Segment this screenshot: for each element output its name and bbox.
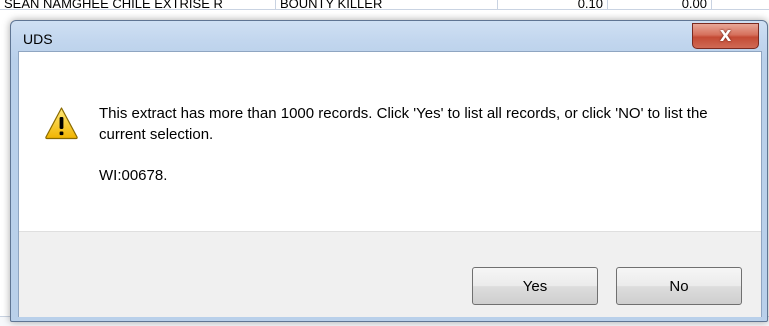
table-cell: SEAN NAMGHEE CHILE EXTRISE R	[0, 0, 276, 9]
message-code: WI:00678.	[99, 167, 168, 184]
table-row: SEAN NAMGHEE CHILE EXTRISE R BOUNTY KILL…	[0, 0, 769, 10]
close-icon: X	[719, 27, 732, 45]
dialog-client-area: This extract has more than 1000 records.…	[18, 51, 762, 317]
dialog-button-bar: Yes No	[19, 231, 761, 317]
dialog-message: This extract has more than 1000 records.…	[99, 105, 708, 143]
no-button[interactable]: No	[616, 267, 742, 305]
yes-button[interactable]: Yes	[472, 267, 598, 305]
message-dialog: UDS X This extract has more than 1000 re…	[10, 20, 768, 322]
close-button[interactable]: X	[692, 23, 759, 49]
dialog-content: This extract has more than 1000 records.…	[19, 52, 761, 231]
dialog-title: UDS	[23, 31, 53, 47]
warning-icon	[45, 107, 78, 140]
table-cell: 0.00	[608, 0, 712, 9]
table-cell: BOUNTY KILLER	[276, 0, 498, 9]
table-cell: 0.10	[498, 0, 608, 9]
